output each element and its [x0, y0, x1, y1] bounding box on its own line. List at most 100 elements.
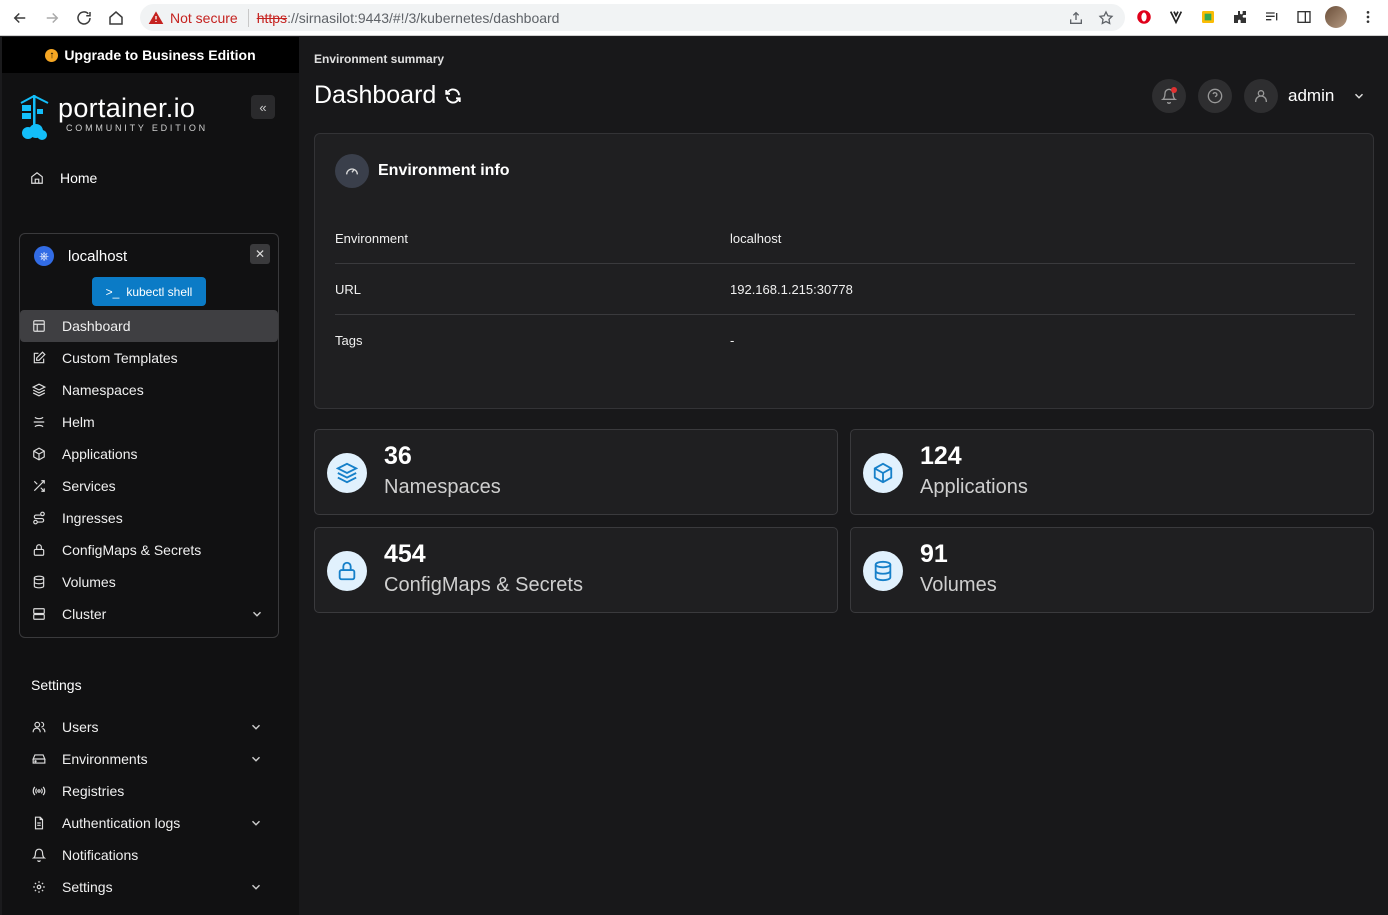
stat-label: Namespaces: [384, 476, 501, 498]
environment-panel: ⎈ localhost ✕ >_ kubectl shell Dashboard…: [19, 233, 279, 638]
sidebar-item-label: Environments: [62, 751, 148, 767]
lock-icon: [33, 544, 45, 556]
main-content: Environment summary Dashboard admin Envi…: [299, 37, 1388, 915]
close-icon: ✕: [254, 247, 266, 261]
sidebar-item-ingresses[interactable]: Ingresses: [20, 502, 278, 534]
kubectl-label: kubectl shell: [126, 284, 193, 299]
sidebar-item-custom-templates[interactable]: Custom Templates: [20, 342, 278, 374]
chevron-down-icon[interactable]: [249, 752, 263, 766]
database-icon: [863, 551, 903, 591]
sidebar-item-label: Custom Templates: [62, 350, 178, 366]
environment-info-title: Environment info: [378, 162, 510, 179]
stat-value: 36: [384, 442, 412, 470]
sidebar-item-label: Dashboard: [62, 318, 131, 334]
page-title: Dashboard: [314, 81, 462, 110]
sidebar-item-services[interactable]: Services: [20, 470, 278, 502]
user-avatar[interactable]: [1244, 79, 1278, 113]
kubectl-shell-button[interactable]: >_ kubectl shell: [92, 277, 206, 306]
terminal-icon: >_: [105, 284, 120, 299]
share-icon[interactable]: [1067, 9, 1085, 27]
sidebar-item-home[interactable]: Home: [30, 170, 97, 186]
layers-icon: [327, 453, 367, 493]
stat-label: Volumes: [920, 574, 997, 596]
kubernetes-icon: ⎈: [34, 246, 54, 266]
close-environment-button[interactable]: ✕: [250, 244, 270, 264]
stat-card-applications[interactable]: 124 Applications: [850, 429, 1374, 515]
stat-value: 91: [920, 540, 948, 568]
sidebar-item-environments[interactable]: Environments: [19, 743, 277, 775]
sidebar-item-settings[interactable]: Settings: [19, 871, 277, 903]
sidebar-item-label: Applications: [62, 446, 138, 462]
sidebar-item-notifications[interactable]: Notifications: [19, 839, 277, 871]
environment-name: localhost: [68, 247, 128, 265]
helm-icon: [33, 416, 45, 428]
refresh-icon[interactable]: [444, 87, 462, 105]
info-key: Environment: [335, 231, 408, 246]
sidebar-item-registries[interactable]: Registries: [19, 775, 277, 807]
stat-label: ConfigMaps & Secrets: [384, 574, 583, 596]
sidebar-item-label: Helm: [62, 414, 95, 430]
vivaldi-extension-icon[interactable]: [1165, 6, 1187, 28]
environment-info-panel: Environment info Environment localhost U…: [314, 133, 1374, 409]
bookmark-star-icon[interactable]: [1097, 9, 1115, 27]
chevron-down-icon[interactable]: [249, 816, 263, 830]
help-button[interactable]: [1198, 79, 1232, 113]
chevron-down-icon[interactable]: [250, 607, 264, 621]
user-name[interactable]: admin: [1288, 86, 1334, 106]
sidebar-item-authentication-logs[interactable]: Authentication logs: [19, 807, 277, 839]
puzzle-icon[interactable]: [1229, 6, 1251, 28]
notification-badge: [1171, 87, 1177, 93]
lock-icon: [327, 551, 367, 591]
sidebar-item-configmaps-secrets[interactable]: ConfigMaps & Secrets: [20, 534, 278, 566]
sidebar-item-helm[interactable]: Helm: [20, 406, 278, 438]
address-bar[interactable]: Not secure https://sirnasilot:9443/#!/3/…: [140, 4, 1125, 31]
side-panel-icon[interactable]: [1293, 6, 1315, 28]
collapse-sidebar-button[interactable]: «: [251, 95, 275, 119]
browser-toolbar: Not secure https://sirnasilot:9443/#!/3/…: [0, 0, 1388, 36]
breadcrumb: Environment summary: [314, 52, 445, 66]
more-menu-icon[interactable]: [1357, 6, 1379, 28]
bell-icon: [32, 848, 46, 862]
database-icon: [33, 575, 45, 589]
info-row-tags: Tags -: [335, 315, 1355, 365]
layout-icon: [33, 320, 45, 332]
chevron-down-icon[interactable]: [1352, 89, 1366, 103]
info-value: -: [730, 332, 735, 348]
security-label: Not secure: [170, 9, 238, 26]
chevron-down-icon[interactable]: [249, 720, 263, 734]
portainer-logo-icon: [20, 94, 49, 140]
server-icon: [33, 608, 45, 620]
box-icon: [33, 447, 45, 461]
profile-avatar[interactable]: [1325, 6, 1347, 28]
edit-icon: [33, 351, 46, 364]
chevron-down-icon[interactable]: [249, 880, 263, 894]
sidebar-item-users[interactable]: Users: [19, 711, 277, 743]
sidebar-item-volumes[interactable]: Volumes: [20, 566, 278, 598]
upgrade-banner[interactable]: ↑ Upgrade to Business Edition: [2, 37, 299, 73]
sidebar-item-applications[interactable]: Applications: [20, 438, 278, 470]
settings-section-title: Settings: [31, 677, 82, 693]
file-text-icon: [34, 816, 44, 830]
stat-card-namespaces[interactable]: 36 Namespaces: [314, 429, 838, 515]
sidebar-item-namespaces[interactable]: Namespaces: [20, 374, 278, 406]
back-icon[interactable]: [4, 2, 36, 34]
security-indicator[interactable]: Not secure: [148, 8, 249, 27]
brand-logo[interactable]: portainer.io COMMUNITY EDITION: [18, 93, 208, 141]
hard-drive-icon: [32, 754, 46, 764]
reload-icon[interactable]: [68, 2, 100, 34]
users-icon: [32, 721, 46, 733]
image-extension-icon[interactable]: [1197, 6, 1219, 28]
sidebar-item-cluster[interactable]: Cluster: [20, 598, 278, 630]
sidebar-item-dashboard[interactable]: Dashboard: [20, 310, 278, 342]
forward-icon[interactable]: [36, 2, 68, 34]
stat-card-volumes[interactable]: 91 Volumes: [850, 527, 1374, 613]
route-icon: [33, 511, 45, 525]
stat-card-configmaps-secrets[interactable]: 454 ConfigMaps & Secrets: [314, 527, 838, 613]
opera-extension-icon[interactable]: [1133, 6, 1155, 28]
stat-value: 124: [920, 442, 962, 470]
notifications-button[interactable]: [1152, 79, 1186, 113]
home-icon[interactable]: [100, 2, 132, 34]
sidebar-item-label: Cluster: [62, 606, 107, 622]
environment-header: ⎈ localhost: [34, 246, 127, 266]
media-queue-icon[interactable]: [1261, 6, 1283, 28]
